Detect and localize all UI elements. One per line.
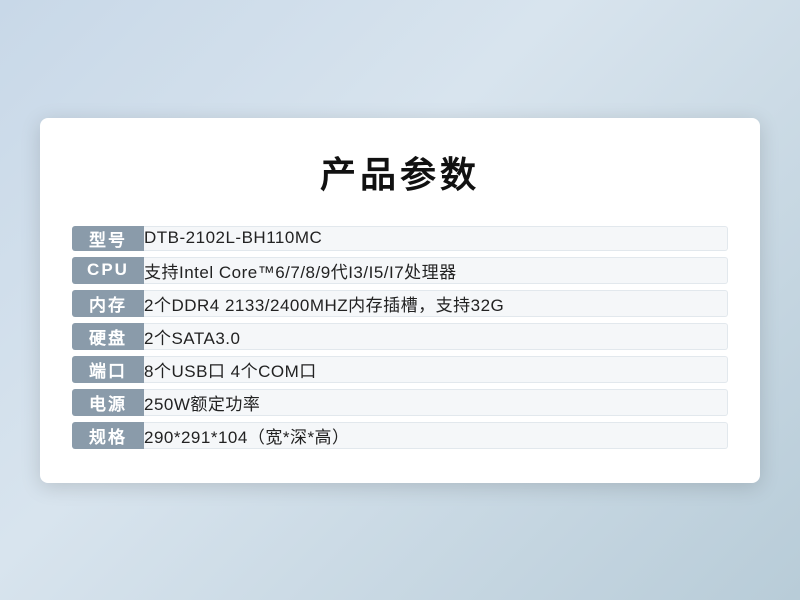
table-row: CPU支持Intel Core™6/7/8/9代I3/I5/I7处理器	[72, 257, 728, 284]
table-row: 型号DTB-2102L-BH110MC	[72, 226, 728, 251]
table-row: 规格290*291*104（宽*深*高）	[72, 422, 728, 449]
spec-label: 型号	[72, 226, 144, 251]
spec-label: 硬盘	[72, 323, 144, 350]
product-spec-card: 产品参数 型号DTB-2102L-BH110MCCPU支持Intel Core™…	[40, 118, 760, 483]
spec-label: CPU	[72, 257, 144, 284]
table-row: 硬盘2个SATA3.0	[72, 323, 728, 350]
spec-value: 2个DDR4 2133/2400MHZ内存插槽，支持32G	[144, 290, 728, 317]
spec-value: 250W额定功率	[144, 389, 728, 416]
spec-label: 内存	[72, 290, 144, 317]
spec-value: 290*291*104（宽*深*高）	[144, 422, 728, 449]
spec-label: 电源	[72, 389, 144, 416]
page-title: 产品参数	[72, 146, 728, 198]
spec-value: 支持Intel Core™6/7/8/9代I3/I5/I7处理器	[144, 257, 728, 284]
table-row: 端口8个USB口 4个COM口	[72, 356, 728, 383]
spec-value: 8个USB口 4个COM口	[144, 356, 728, 383]
spec-label: 端口	[72, 356, 144, 383]
spec-label: 规格	[72, 422, 144, 449]
table-row: 内存2个DDR4 2133/2400MHZ内存插槽，支持32G	[72, 290, 728, 317]
spec-value: DTB-2102L-BH110MC	[144, 226, 728, 251]
table-row: 电源250W额定功率	[72, 389, 728, 416]
spec-value: 2个SATA3.0	[144, 323, 728, 350]
spec-table: 型号DTB-2102L-BH110MCCPU支持Intel Core™6/7/8…	[72, 220, 728, 455]
